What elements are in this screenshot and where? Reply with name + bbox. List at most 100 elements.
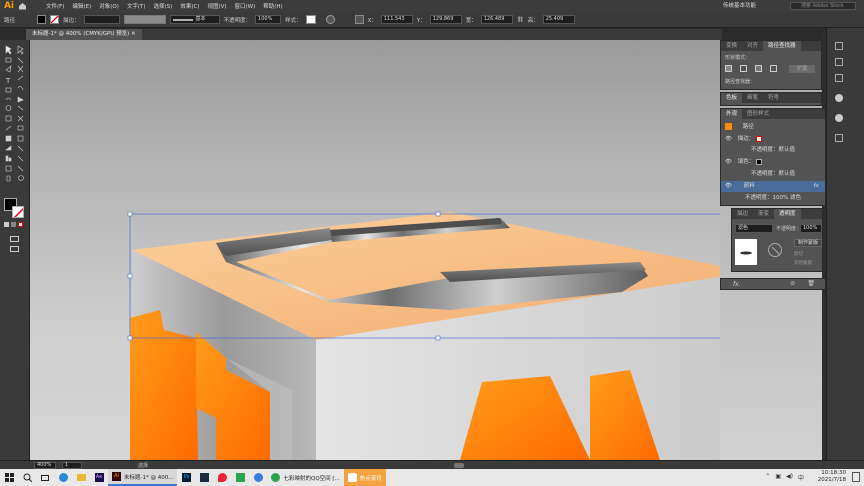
eye-icon[interactable]: 👁 — [725, 183, 732, 189]
none-mode-icon[interactable] — [18, 222, 23, 227]
clear-appearance-icon[interactable]: ⊘ — [790, 280, 795, 287]
y-field[interactable]: 129.869 — [429, 15, 462, 24]
unite-icon[interactable] — [725, 65, 732, 72]
intersect-icon[interactable] — [755, 65, 762, 72]
appearance-selected-row[interactable]: 👁 颜料 fx — [721, 181, 825, 192]
ime-icon[interactable]: 中 — [798, 473, 804, 482]
document-tab[interactable]: 未标题-1* @ 400% (CMYK/GPU 预览) ✕ — [26, 29, 142, 40]
tab-transform[interactable]: 变换 — [721, 41, 742, 51]
after-effects-icon[interactable]: Ae — [90, 469, 108, 486]
color-mode-icon[interactable] — [4, 222, 9, 227]
tab-transparency[interactable]: 透明度 — [774, 209, 801, 219]
workspace-switcher[interactable]: 传统基本功能 — [723, 1, 756, 9]
fx-icon[interactable]: fx — [814, 181, 819, 192]
taskbar-browser[interactable]: 七彩映射的QQ空间 [... — [267, 469, 343, 486]
gradient-mode-icon[interactable] — [11, 222, 16, 227]
menu-effect[interactable]: 效果(C) — [176, 2, 203, 10]
blend-mode-select[interactable]: 滤色 — [735, 224, 773, 233]
tab-swatches[interactable]: 色板 — [721, 93, 743, 103]
menu-edit[interactable]: 编辑(E) — [68, 2, 95, 10]
brush-definition-select[interactable]: 基本 — [169, 15, 220, 24]
menu-help[interactable]: 帮助(H) — [259, 2, 286, 10]
clip-checkbox[interactable]: 剪切 — [794, 251, 803, 257]
menu-window[interactable]: 窗口(W) — [231, 2, 260, 10]
tab-gradient[interactable]: 渐变 — [753, 209, 774, 219]
close-icon[interactable]: ✕ — [131, 31, 136, 37]
artwork[interactable] — [30, 40, 720, 460]
graphic-style-swatch[interactable] — [305, 15, 316, 24]
transparency-icon[interactable] — [835, 134, 843, 142]
stroke-swatch[interactable] — [50, 15, 60, 24]
canvas[interactable] — [30, 40, 720, 460]
search-icon[interactable] — [18, 469, 36, 486]
appearance-icon[interactable] — [835, 114, 843, 122]
exclude-icon[interactable] — [770, 65, 777, 72]
stroke-weight-field[interactable] — [83, 15, 120, 24]
tab-stroke[interactable]: 描边 — [732, 209, 753, 219]
appearance-opacity-row-1[interactable]: 不透明度：默认值 — [721, 145, 825, 156]
tab-appearance[interactable]: 外观 — [721, 109, 743, 119]
object-thumbnail[interactable] — [735, 239, 757, 265]
appearance-opacity-row-2[interactable]: 不透明度：默认值 — [721, 169, 825, 180]
transparency-opacity-field[interactable]: 100% — [800, 224, 822, 233]
appearance-stroke-row[interactable]: 👁 描边： — [721, 134, 825, 145]
zoom-field[interactable]: 400% — [34, 461, 56, 469]
artboard-field[interactable]: 1 — [62, 461, 82, 469]
screen-mode-icon[interactable] — [10, 246, 19, 252]
explorer-icon[interactable] — [72, 469, 90, 486]
variable-width-field[interactable] — [123, 15, 166, 24]
menu-file[interactable]: 文件(F) — [42, 2, 68, 10]
menu-select[interactable]: 选择(S) — [150, 2, 177, 10]
opacity-field[interactable]: 100% — [255, 15, 282, 24]
taskbar-news[interactable]: 热点资讯 — [343, 469, 386, 486]
appearance-opacity-row-3[interactable]: 不透明度：100% 滤色 — [721, 193, 825, 204]
task-view-icon[interactable] — [36, 469, 54, 486]
windows-start-icon[interactable] — [0, 469, 18, 486]
appearance-path-row[interactable]: 路径 — [721, 122, 825, 133]
maps-icon[interactable] — [213, 469, 231, 486]
app-icon[interactable] — [195, 469, 213, 486]
fill-swatch[interactable] — [37, 15, 47, 24]
layers-icon[interactable] — [835, 58, 843, 66]
network-icon[interactable]: ▣ — [775, 473, 781, 482]
make-mask-button[interactable]: 制作蒙版 — [794, 239, 822, 247]
fill-black-swatch[interactable] — [756, 158, 762, 165]
menu-type[interactable]: 文字(T) — [123, 2, 150, 10]
tool-icons[interactable]: T — [0, 42, 30, 262]
notification-icon[interactable] — [852, 472, 860, 482]
libraries-icon[interactable] — [835, 74, 843, 82]
expand-button[interactable]: 扩展 — [789, 65, 815, 73]
tray-arrow-icon[interactable]: ⌃ — [765, 473, 770, 482]
green-app-icon[interactable] — [231, 469, 249, 486]
constrain-icon[interactable]: ⛓ — [517, 17, 524, 23]
properties-icon[interactable] — [835, 42, 843, 50]
stroke-none-swatch[interactable] — [756, 135, 762, 142]
align-icon[interactable] — [354, 15, 364, 24]
tab-pathfinder[interactable]: 路径查找器 — [763, 41, 801, 51]
width-field[interactable]: 126.489 — [480, 15, 513, 24]
sogou-icon[interactable] — [249, 469, 267, 486]
trash-icon[interactable]: 🗑 — [807, 280, 815, 287]
stock-search-input[interactable]: 搜索 Adobe Stock — [790, 2, 856, 10]
x-field[interactable]: 111.543 — [380, 15, 413, 24]
menu-object[interactable]: 对象(O) — [95, 2, 123, 10]
tab-graphic-styles[interactable]: 图形样式 — [742, 109, 774, 119]
eye-icon[interactable]: 👁 — [725, 136, 732, 142]
tab-symbols[interactable]: 符号 — [763, 93, 784, 103]
recolor-icon[interactable] — [325, 15, 335, 24]
tab-align[interactable]: 对齐 — [742, 41, 763, 51]
tab-brushes[interactable]: 画笔 — [742, 93, 763, 103]
home-icon[interactable] — [16, 1, 28, 11]
volume-icon[interactable]: ◀) — [786, 473, 793, 482]
stroke-color-box[interactable] — [12, 206, 24, 218]
eye-icon[interactable]: 👁 — [725, 159, 732, 165]
invert-mask-checkbox[interactable]: 反相蒙版 — [794, 260, 812, 266]
system-clock[interactable]: 10:18:30 2021/7/18 — [818, 470, 846, 484]
height-field[interactable]: 25.409 — [542, 15, 575, 24]
horizontal-scrollbar[interactable] — [454, 462, 465, 468]
draw-mode-icon[interactable] — [10, 236, 19, 242]
appearance-fill-row[interactable]: 👁 填色： — [721, 157, 825, 168]
menu-view[interactable]: 视图(V) — [203, 2, 230, 10]
photoshop-icon[interactable]: Ps — [177, 469, 195, 486]
browser-icon[interactable] — [54, 469, 72, 486]
